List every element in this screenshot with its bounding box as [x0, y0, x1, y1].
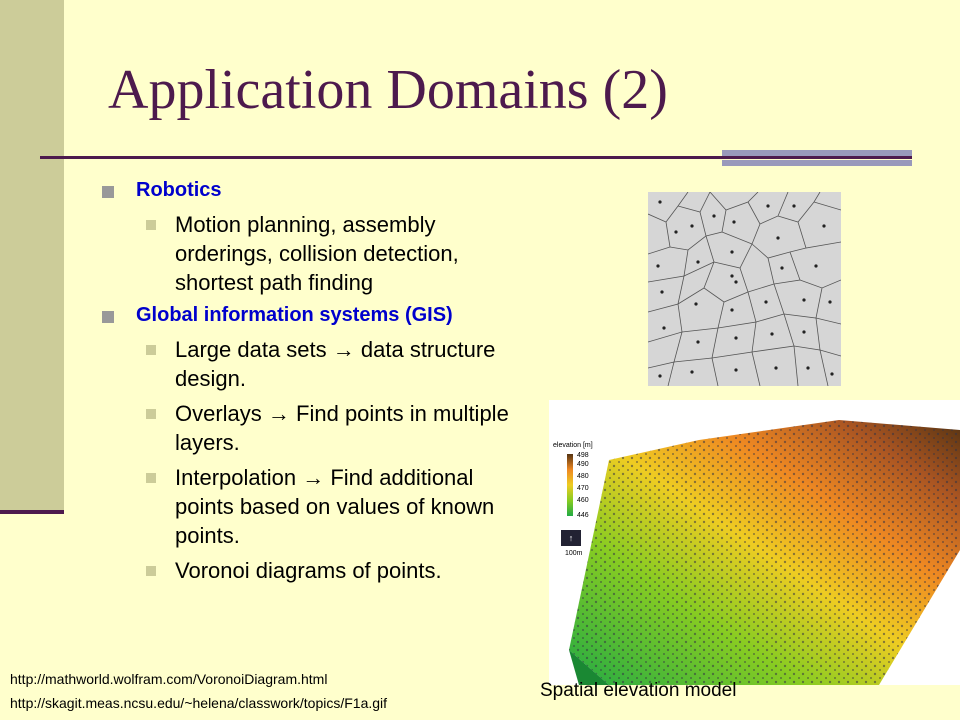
square-bullet-icon [102, 186, 114, 198]
square-bullet-icon [102, 311, 114, 323]
sub-bullet-text: Interpolation [175, 465, 303, 490]
sub-bullet-text: Voronoi diagrams of points. [175, 558, 442, 583]
legend-title: elevation [m] [553, 442, 593, 449]
square-bullet-icon [146, 220, 156, 230]
legend-tick: 446 [577, 512, 589, 519]
voronoi-diagram-image [647, 191, 842, 387]
source-link[interactable]: http://skagit.meas.ncsu.edu/~helena/clas… [10, 695, 387, 711]
source-link[interactable]: http://mathworld.wolfram.com/VoronoiDiag… [10, 671, 327, 687]
north-arrow-icon: ↑ [561, 530, 581, 546]
right-arrow-icon: → [332, 337, 355, 362]
legend-tick: 460 [577, 497, 589, 504]
scale-label: 100m [565, 550, 583, 557]
sidebar-cap-line [0, 510, 64, 514]
square-bullet-icon [146, 566, 156, 576]
sub-bullet: Motion planning, assembly orderings, col… [100, 210, 520, 297]
legend-tick: 470 [577, 485, 589, 492]
title-rule [40, 156, 912, 159]
sub-bullet-text: Large data sets [175, 337, 333, 362]
bullet-text: Global information systems (GIS) [136, 304, 453, 326]
slide-title: Application Domains (2) [108, 59, 668, 121]
square-bullet-icon [146, 345, 156, 355]
sub-bullet: Large data sets → data structure design. [100, 335, 520, 393]
bullet-gis: Global information systems (GIS) [100, 303, 520, 327]
sub-bullet: Voronoi diagrams of points. [100, 556, 520, 585]
right-arrow-icon: → [302, 465, 325, 490]
sidebar-band [0, 0, 64, 512]
title-rule-accent [722, 160, 912, 166]
sub-bullet-text: Overlays [175, 401, 268, 426]
legend-color-bar [567, 454, 573, 516]
legend-tick: 480 [577, 473, 589, 480]
bullet-list: Robotics Motion planning, assembly order… [100, 178, 520, 591]
sub-bullet: Overlays → Find points in multiple layer… [100, 399, 520, 457]
square-bullet-icon [146, 409, 156, 419]
right-arrow-icon: → [267, 401, 290, 426]
elevation-model-image: elevation [m] 498 490 480 470 460 446 ↑ … [549, 400, 960, 685]
sub-bullet: Interpolation → Find additional points b… [100, 463, 520, 550]
bullet-robotics: Robotics [100, 178, 520, 202]
title-rule-accent [722, 150, 912, 156]
bullet-text: Robotics [136, 179, 222, 201]
sub-bullet-text: Motion planning, assembly orderings, col… [175, 212, 459, 295]
square-bullet-icon [146, 473, 156, 483]
legend-tick: 490 [577, 461, 589, 468]
legend-tick: 498 [577, 452, 589, 459]
figure-caption: Spatial elevation model [540, 680, 737, 701]
